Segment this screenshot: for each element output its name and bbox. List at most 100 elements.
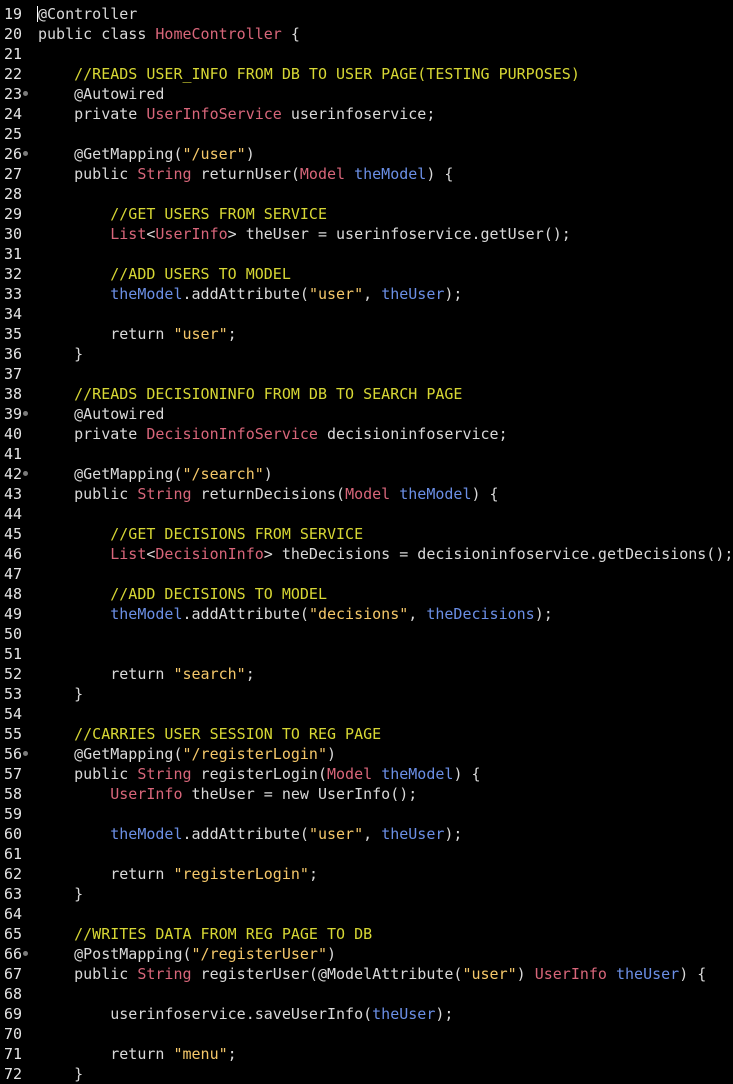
code-token: //GET DECISIONS FROM SERVICE (110, 525, 364, 543)
code-token: @GetMapping( (38, 745, 183, 763)
code-line[interactable]: 42 @GetMapping("/search") (0, 464, 733, 484)
code-line[interactable]: 65 //WRITES DATA FROM REG PAGE TO DB (0, 924, 733, 944)
code-line[interactable]: 43 public String returnDecisions(Model t… (0, 484, 733, 504)
code-line[interactable]: 46 List<DecisionInfo> theDecisions = dec… (0, 544, 733, 564)
code-text: //GET USERS FROM SERVICE (38, 204, 327, 224)
code-token: ) (327, 745, 337, 763)
code-line[interactable]: 60 theModel.addAttribute("user", theUser… (0, 824, 733, 844)
code-line[interactable]: 72 } (0, 1064, 733, 1084)
fold-marker-icon[interactable] (23, 411, 28, 416)
code-line[interactable]: 52 return "search"; (0, 664, 733, 684)
fold-marker-icon[interactable] (23, 151, 28, 156)
code-line[interactable]: 20 public class HomeController { (0, 24, 733, 44)
fold-marker-icon[interactable] (23, 951, 28, 956)
code-token: { (281, 25, 300, 43)
code-token: decisioninfoservice; (317, 425, 508, 443)
code-line[interactable]: 36 } (0, 344, 733, 364)
code-token: ; (245, 665, 255, 683)
code-line[interactable]: 26 @GetMapping("/user") (0, 144, 733, 164)
code-line[interactable]: 59 (0, 804, 733, 824)
code-token: "user" (173, 325, 228, 343)
code-token: //ADD USERS TO MODEL (110, 265, 291, 283)
code-line[interactable]: 44 (0, 504, 733, 524)
code-line[interactable]: 69 userinfoservice.saveUserInfo(theUser)… (0, 1004, 733, 1024)
code-line[interactable]: 25 (0, 124, 733, 144)
code-line[interactable]: 41 (0, 444, 733, 464)
code-line[interactable]: 38 //READS DECISIONINFO FROM DB TO SEARC… (0, 384, 733, 404)
fold-marker-icon[interactable] (23, 91, 28, 96)
code-line[interactable]: 50 (0, 624, 733, 644)
code-token: } (38, 345, 84, 363)
code-line[interactable]: 34 (0, 304, 733, 324)
code-text: return "registerLogin"; (38, 864, 318, 884)
code-line[interactable]: 47 (0, 564, 733, 584)
code-line[interactable]: 66 @PostMapping("/registerUser") (0, 944, 733, 964)
code-line[interactable]: 54 (0, 704, 733, 724)
code-line[interactable]: 23 @Autowired (0, 84, 733, 104)
code-text: List<DecisionInfo> theDecisions = decisi… (38, 544, 733, 564)
code-token: .addAttribute( (182, 285, 309, 303)
code-token: returnDecisions( (191, 485, 346, 503)
code-line[interactable]: 40 private DecisionInfoService decisioni… (0, 424, 733, 444)
code-line[interactable]: 55 //CARRIES USER SESSION TO REG PAGE (0, 724, 733, 744)
code-token: registerLogin( (191, 765, 327, 783)
code-text: private UserInfoService userinfoservice; (38, 104, 435, 124)
fold-marker-icon[interactable] (23, 471, 28, 476)
code-line[interactable]: 56 @GetMapping("/registerLogin") (0, 744, 733, 764)
code-line[interactable]: 19 @Controller (0, 4, 733, 24)
code-line[interactable]: 70 (0, 1024, 733, 1044)
code-line[interactable]: 28 (0, 184, 733, 204)
code-line[interactable]: 49 theModel.addAttribute("decisions", th… (0, 604, 733, 624)
code-token: "registerLogin" (173, 865, 309, 883)
code-line[interactable]: 30 List<UserInfo> theUser = userinfoserv… (0, 224, 733, 244)
code-line[interactable]: 61 (0, 844, 733, 864)
code-line[interactable]: 48 //ADD DECISIONS TO MODEL (0, 584, 733, 604)
code-line[interactable]: 24 private UserInfoService userinfoservi… (0, 104, 733, 124)
code-line[interactable]: 63 } (0, 884, 733, 904)
code-text: } (38, 344, 83, 364)
code-line[interactable]: 68 (0, 984, 733, 1004)
code-line[interactable]: 57 public String registerLogin(Model the… (0, 764, 733, 784)
code-text: @PostMapping("/registerUser") (38, 944, 336, 964)
line-number: 52 (4, 665, 23, 683)
code-token: ) (245, 145, 255, 163)
line-number: 22 (4, 65, 23, 83)
code-line[interactable]: 35 return "user"; (0, 324, 733, 344)
code-text: userinfoservice.saveUserInfo(theUser); (38, 1004, 453, 1024)
line-number: 56 (4, 745, 23, 763)
code-line[interactable]: 31 (0, 244, 733, 264)
code-token: return (38, 865, 174, 883)
line-number: 39 (4, 405, 23, 423)
code-line[interactable]: 27 public String returnUser(Model theMod… (0, 164, 733, 184)
code-token: ); (444, 285, 463, 303)
code-line[interactable]: 67 public String registerUser(@ModelAttr… (0, 964, 733, 984)
code-line[interactable]: 64 (0, 904, 733, 924)
code-line[interactable]: 45 //GET DECISIONS FROM SERVICE (0, 524, 733, 544)
code-token: theUser = new UserInfo(); (182, 785, 418, 803)
line-number: 58 (4, 785, 23, 803)
line-number: 38 (4, 385, 23, 403)
code-line[interactable]: 29 //GET USERS FROM SERVICE (0, 204, 733, 224)
code-line[interactable]: 32 //ADD USERS TO MODEL (0, 264, 733, 284)
code-line[interactable]: 33 theModel.addAttribute("user", theUser… (0, 284, 733, 304)
code-line[interactable]: 21 (0, 44, 733, 64)
line-number: 62 (4, 865, 23, 883)
fold-marker-icon[interactable] (23, 751, 28, 756)
code-token: "decisions" (308, 605, 409, 623)
code-token: ) { (679, 965, 707, 983)
line-number: 67 (4, 965, 23, 983)
code-line[interactable]: 22 //READS USER_INFO FROM DB TO USER PAG… (0, 64, 733, 84)
code-token: theModel (110, 605, 183, 623)
code-text: public String returnUser(Model theModel)… (38, 164, 453, 184)
code-line[interactable]: 39 @Autowired (0, 404, 733, 424)
code-token: ; (227, 325, 237, 343)
code-line[interactable]: 58 UserInfo theUser = new UserInfo(); (0, 784, 733, 804)
code-line[interactable]: 51 (0, 644, 733, 664)
code-editor[interactable]: 19 @Controller 20 public class HomeControll… (0, 4, 733, 1084)
code-line[interactable]: 71 return "menu"; (0, 1044, 733, 1064)
code-line[interactable]: 37 (0, 364, 733, 384)
code-line[interactable]: 62 return "registerLogin"; (0, 864, 733, 884)
code-line[interactable]: 53 } (0, 684, 733, 704)
line-number: 21 (4, 45, 23, 63)
